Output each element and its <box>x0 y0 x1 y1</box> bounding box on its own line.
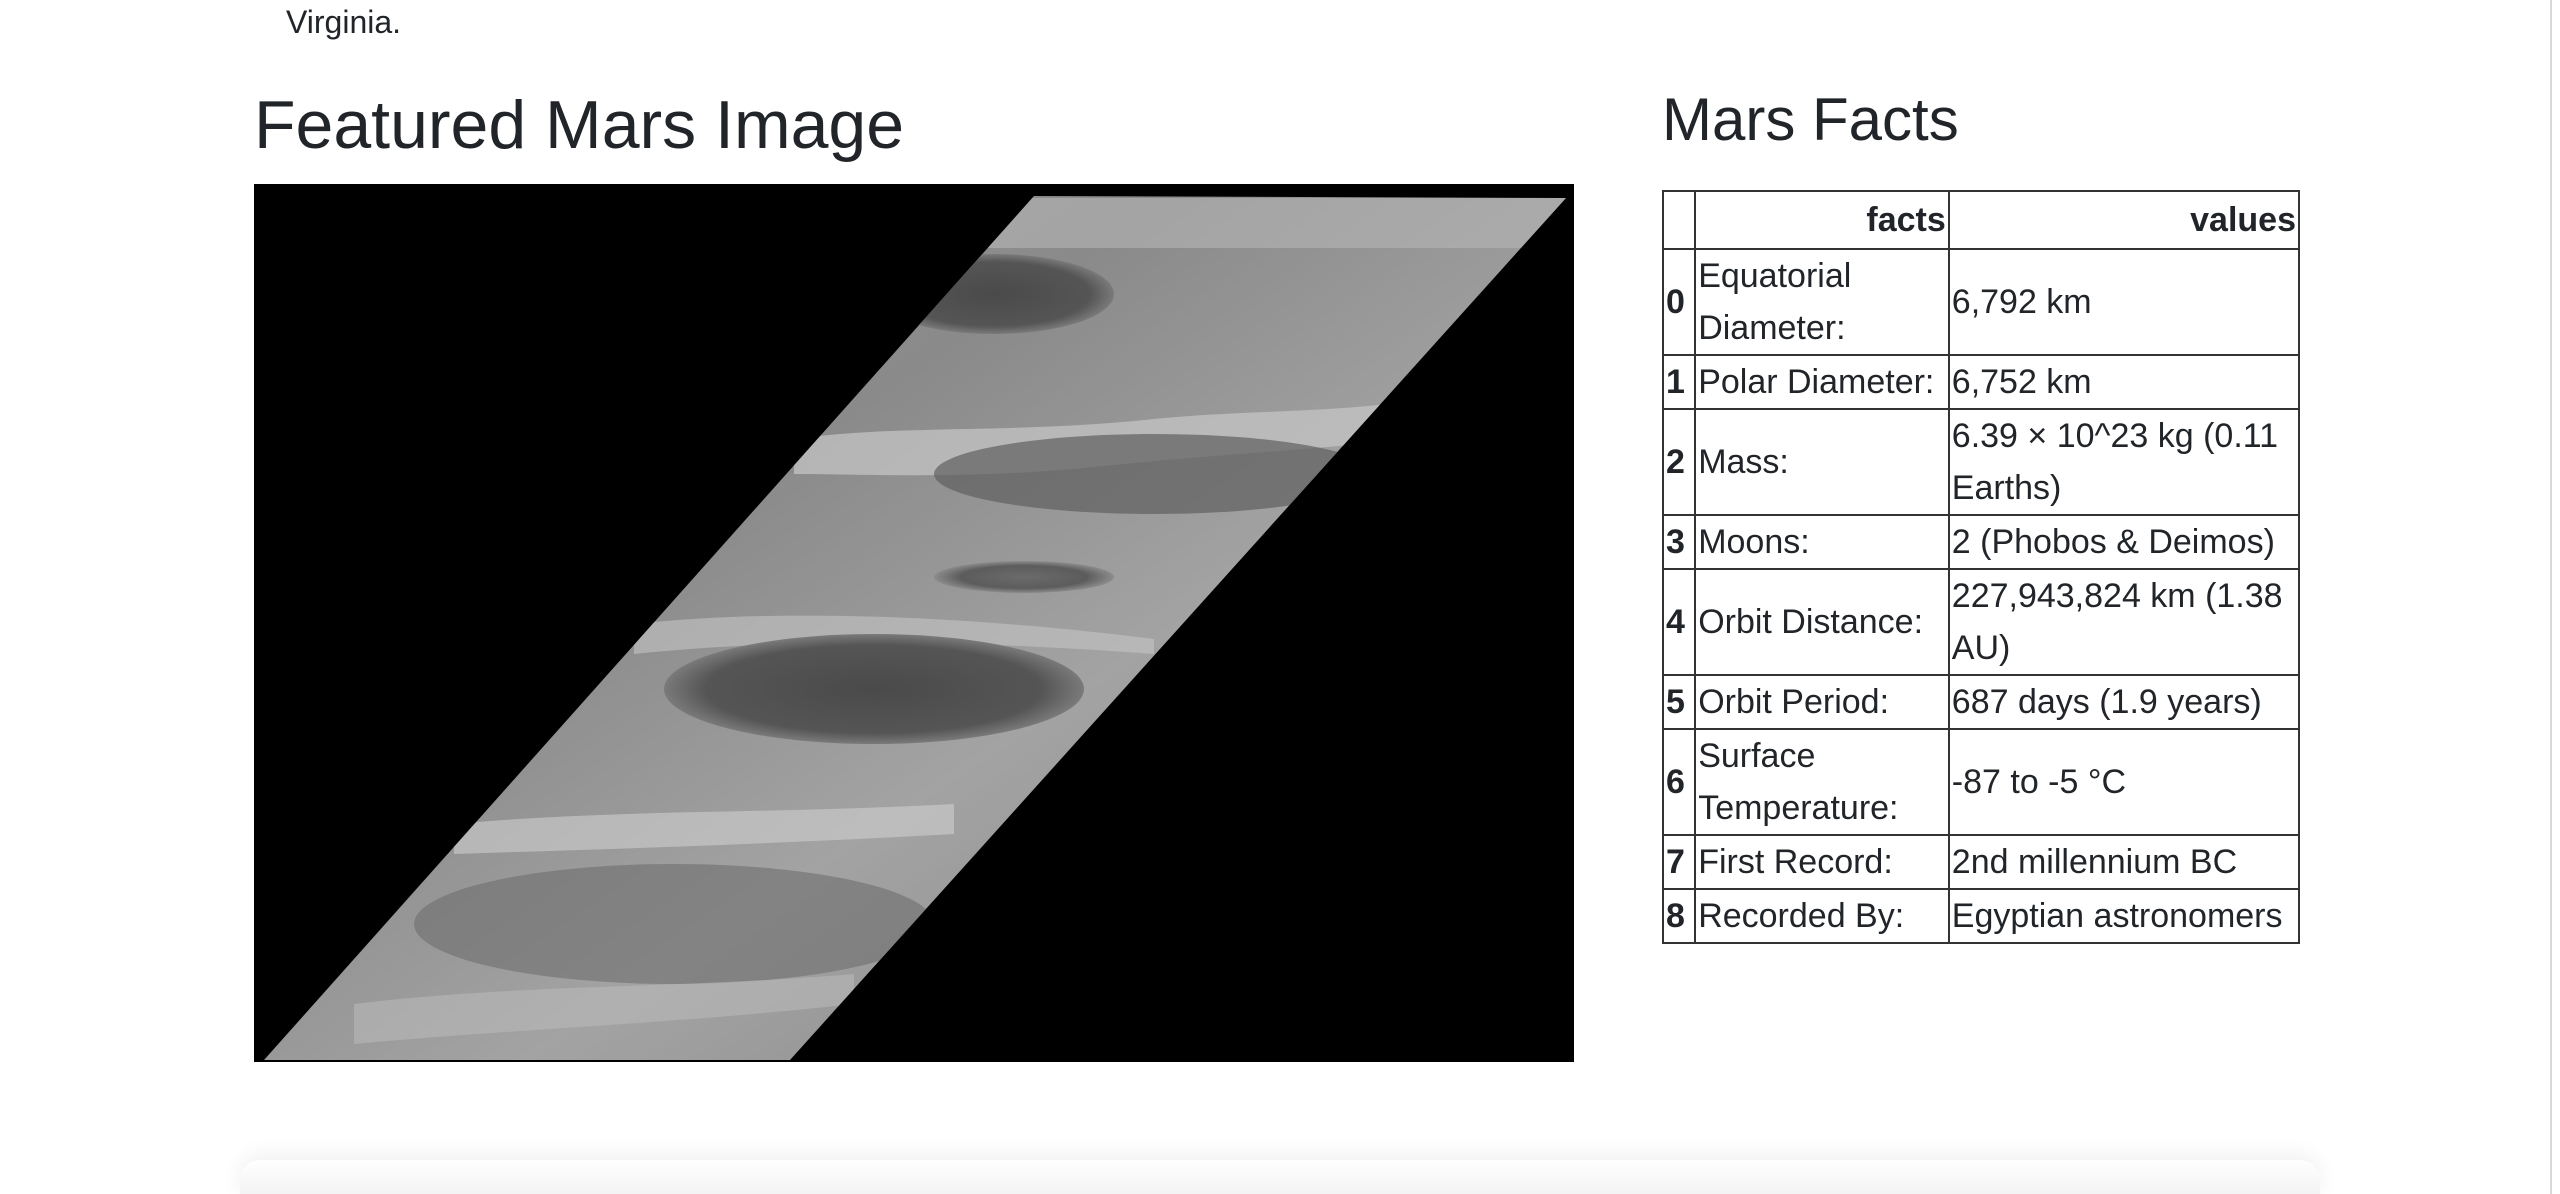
footer-container <box>240 1160 2320 1194</box>
featured-image-title: Featured Mars Image <box>254 87 905 163</box>
header-facts: facts <box>1694 190 1950 250</box>
row-index: 2 <box>1661 408 1697 516</box>
table-row: 2 Mass: 6.39 × 10^23 kg (0.11 Earths) <box>1661 408 2301 516</box>
fact-cell: Surface Temperature: <box>1694 728 1950 836</box>
row-index: 6 <box>1661 728 1697 836</box>
table-row: 4 Orbit Distance: 227,943,824 km (1.38 A… <box>1661 568 2301 676</box>
mars-surface-image <box>254 184 1574 1062</box>
fact-cell: Equatorial Diameter: <box>1694 248 1950 356</box>
table-header-row: facts values <box>1661 190 2301 250</box>
value-cell: 2nd millennium BC <box>1947 834 2301 890</box>
value-cell: 687 days (1.9 years) <box>1947 674 2301 730</box>
table-row: 6 Surface Temperature: -87 to -5 °C <box>1661 728 2301 836</box>
fact-cell: Mass: <box>1694 408 1950 516</box>
scrollbar-track[interactable] <box>2550 0 2552 1194</box>
fact-cell: Orbit Period: <box>1694 674 1950 730</box>
table-row: 0 Equatorial Diameter: 6,792 km <box>1661 248 2301 356</box>
row-index: 5 <box>1661 674 1697 730</box>
value-cell: 227,943,824 km (1.38 AU) <box>1947 568 2301 676</box>
row-index: 3 <box>1661 514 1697 570</box>
mars-facts-section: Mars Facts facts values 0 Equatorial Dia… <box>1661 80 2302 944</box>
table-row: 5 Orbit Period: 687 days (1.9 years) <box>1661 674 2301 730</box>
table-row: 7 First Record: 2nd millennium BC <box>1661 834 2301 890</box>
value-cell: 6,792 km <box>1947 248 2301 356</box>
fact-cell: Recorded By: <box>1694 888 1950 944</box>
value-cell: 2 (Phobos & Deimos) <box>1947 514 2301 570</box>
value-cell: 6,752 km <box>1947 354 2301 410</box>
fact-cell: Polar Diameter: <box>1694 354 1950 410</box>
page: Virginia. Featured Mars Image Mars Facts… <box>0 0 2560 1194</box>
row-index: 1 <box>1661 354 1697 410</box>
mars-facts-table: facts values 0 Equatorial Diameter: 6,79… <box>1661 190 2301 944</box>
table-row: 8 Recorded By: Egyptian astronomers <box>1661 888 2301 944</box>
intro-text: Virginia. <box>286 4 402 40</box>
fact-cell: First Record: <box>1694 834 1950 890</box>
header-index <box>1661 190 1697 250</box>
featured-image-section: Featured Mars Image <box>254 80 1574 1062</box>
row-index: 0 <box>1661 248 1697 356</box>
table-row: 3 Moons: 2 (Phobos & Deimos) <box>1661 514 2301 570</box>
header-values: values <box>1947 190 2301 250</box>
fact-cell: Moons: <box>1694 514 1950 570</box>
mars-facts-title: Mars Facts <box>1662 86 1959 153</box>
value-cell: Egyptian astronomers <box>1947 888 2301 944</box>
value-cell: 6.39 × 10^23 kg (0.11 Earths) <box>1947 408 2301 516</box>
value-cell: -87 to -5 °C <box>1947 728 2301 836</box>
table-row: 1 Polar Diameter: 6,752 km <box>1661 354 2301 410</box>
row-index: 7 <box>1661 834 1697 890</box>
fact-cell: Orbit Distance: <box>1694 568 1950 676</box>
row-index: 4 <box>1661 568 1697 676</box>
row-index: 8 <box>1661 888 1697 944</box>
featured-mars-image[interactable] <box>254 184 1574 1062</box>
